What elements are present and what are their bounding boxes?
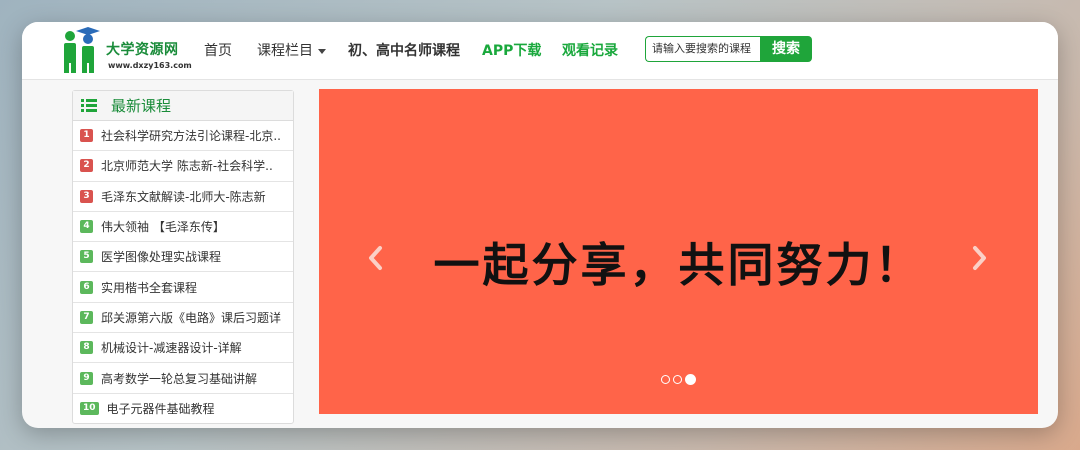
course-link[interactable]: 毛泽东文献解读-北师大-陈志新: [101, 188, 266, 205]
course-link[interactable]: 医学图像处理实战课程: [101, 248, 221, 265]
search-button[interactable]: 搜索: [760, 36, 812, 62]
latest-courses-panel: 最新课程 1 社会科学研究方法引论课程-北京.. 2 北京师范大学 陈志新-社会科学…: [72, 90, 294, 424]
chevron-right-icon[interactable]: [970, 243, 990, 273]
list-item[interactable]: 1 社会科学研究方法引论课程-北京..: [73, 121, 293, 152]
chevron-left-icon[interactable]: [365, 243, 385, 273]
rank-badge: 1: [80, 129, 93, 143]
logo-url: www.dxzy163.com: [108, 61, 192, 70]
course-link[interactable]: 北京师范大学 陈志新-社会科学..: [101, 157, 273, 174]
list-item[interactable]: 10 电子元器件基础教程: [73, 394, 293, 424]
nav-course-columns-label: 课程栏目: [257, 43, 313, 59]
course-link[interactable]: 电子元器件基础教程: [107, 400, 215, 417]
course-link[interactable]: 高考数学一轮总复习基础讲解: [101, 370, 257, 387]
rank-badge: 8: [80, 341, 93, 355]
list-item[interactable]: 6 实用楷书全套课程: [73, 272, 293, 303]
course-link[interactable]: 社会科学研究方法引论课程-北京..: [101, 127, 281, 144]
list-icon: [81, 98, 97, 113]
rank-badge: 9: [80, 371, 93, 385]
top-navbar: 大学资源网 www.dxzy163.com 首页 课程栏目 初、高中名师课程 A…: [22, 22, 1058, 80]
rank-badge: 4: [80, 220, 93, 234]
rank-badge: 10: [80, 402, 99, 416]
course-link[interactable]: 邱关源第六版《电路》课后习题详: [101, 309, 281, 326]
caret-down-icon: [318, 48, 326, 54]
list-item[interactable]: 3 毛泽东文献解读-北师大-陈志新: [73, 182, 293, 212]
list-item[interactable]: 2 北京师范大学 陈志新-社会科学..: [73, 151, 293, 182]
nav-watch-history[interactable]: 观看记录: [562, 40, 618, 60]
list-item[interactable]: 7 邱关源第六版《电路》课后习题详: [73, 303, 293, 334]
course-link[interactable]: 机械设计-减速器设计-详解: [101, 339, 242, 356]
site-logo[interactable]: 大学资源网 www.dxzy163.com: [58, 27, 198, 75]
list-item[interactable]: 9 高考数学一轮总复习基础讲解: [73, 363, 293, 394]
course-link[interactable]: 实用楷书全套课程: [101, 279, 197, 296]
logo-title: 大学资源网: [106, 42, 179, 58]
carousel-dot-active[interactable]: [685, 374, 696, 385]
rank-badge: 6: [80, 280, 93, 294]
nav-home[interactable]: 首页: [204, 40, 232, 60]
rank-badge: 5: [80, 250, 93, 264]
rank-badge: 3: [80, 189, 93, 203]
course-list: 1 社会科学研究方法引论课程-北京.. 2 北京师范大学 陈志新-社会科学.. 3毛…: [73, 121, 293, 424]
rank-badge: 2: [80, 159, 93, 173]
carousel-indicators: [661, 374, 696, 385]
banner-carousel[interactable]: 一起分享，共同努力！: [319, 89, 1038, 414]
list-item[interactable]: 8 机械设计-减速器设计-详解: [73, 333, 293, 364]
list-item[interactable]: 4 伟大领袖 【毛泽东传】: [73, 212, 293, 243]
latest-courses-title: 最新课程: [111, 97, 172, 115]
search-input[interactable]: 请输入要搜索的课程: [645, 36, 761, 62]
carousel-dot[interactable]: [661, 375, 670, 384]
rank-badge: 7: [80, 310, 93, 324]
logo-figures-icon: [64, 27, 100, 73]
latest-courses-header: 最新课程: [73, 91, 293, 121]
nav-course-columns[interactable]: 课程栏目: [257, 40, 326, 60]
list-item[interactable]: 5 医学图像处理实战课程: [73, 242, 293, 273]
course-link[interactable]: 伟大领袖 【毛泽东传】: [101, 218, 225, 235]
browser-window: 大学资源网 www.dxzy163.com 首页 课程栏目 初、高中名师课程 A…: [22, 22, 1058, 428]
nav-app-download[interactable]: APP下载: [482, 40, 541, 60]
slide-headline: 一起分享，共同努力！: [433, 238, 924, 292]
carousel-dot[interactable]: [673, 375, 682, 384]
nav-famous-teachers[interactable]: 初、高中名师课程: [348, 40, 460, 60]
